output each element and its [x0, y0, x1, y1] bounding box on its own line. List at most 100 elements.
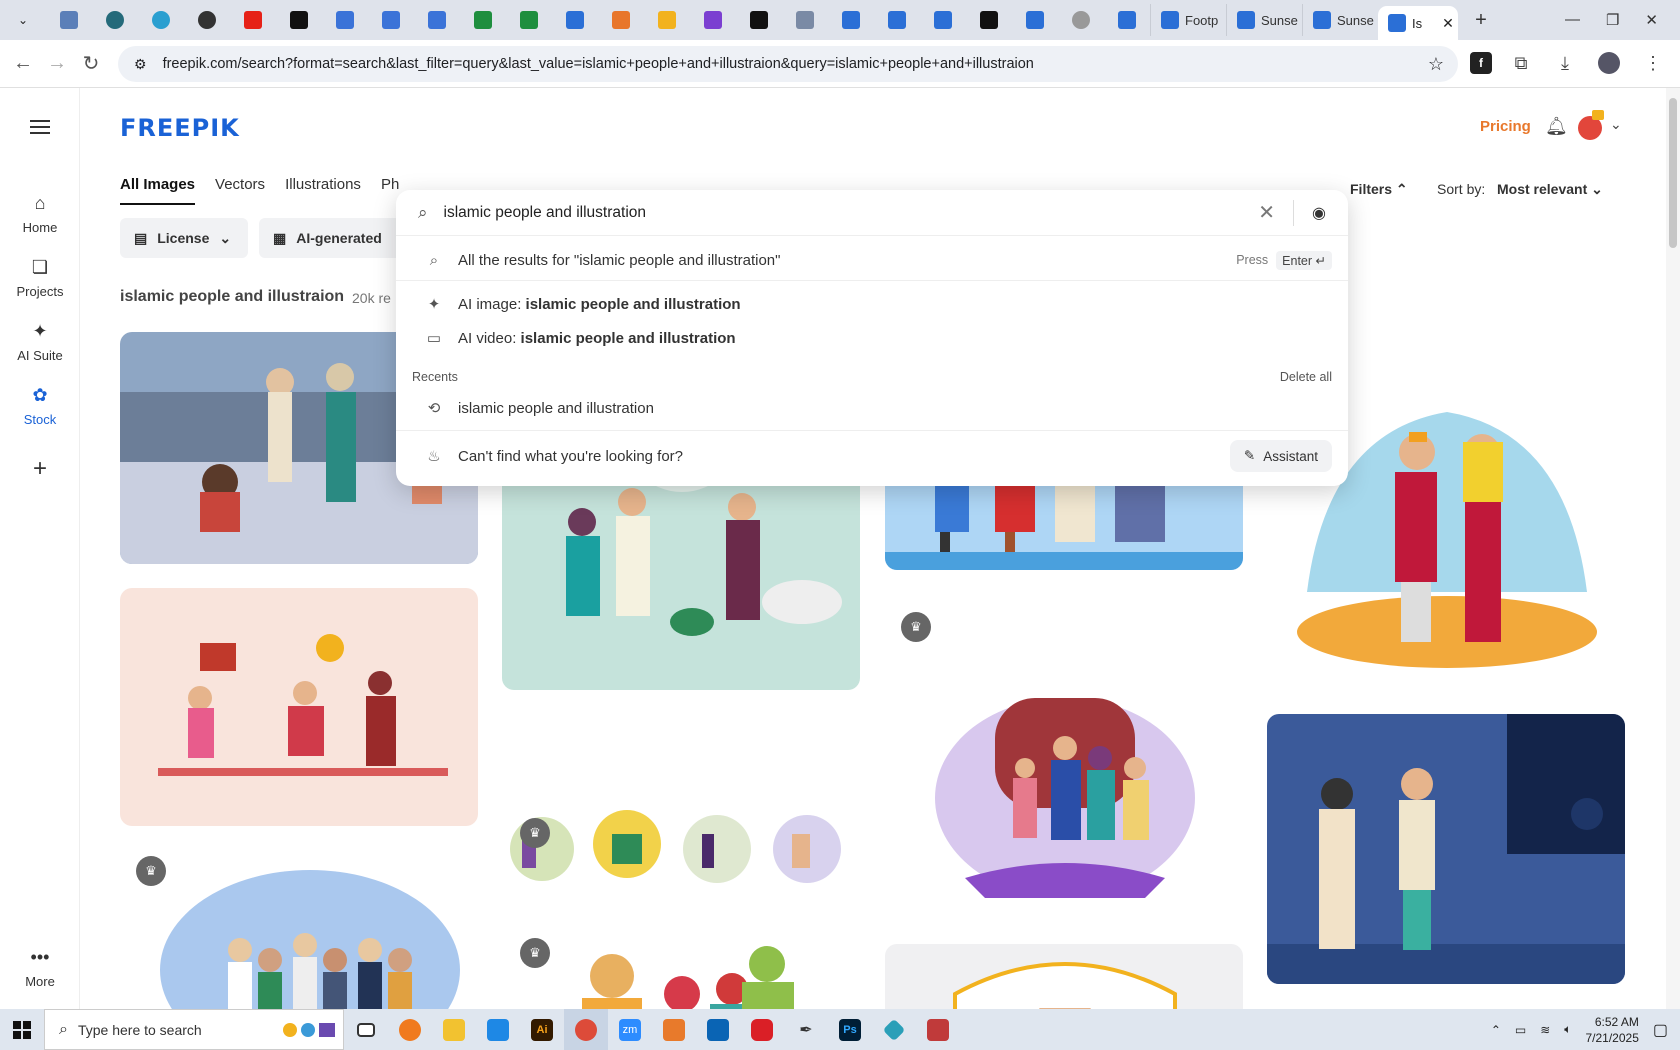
- tab-pinned[interactable]: [874, 4, 920, 36]
- ai-video-option[interactable]: ▭ AI video: islamic people and illustrat…: [396, 322, 1348, 354]
- freepik-logo[interactable]: FREEPIK: [120, 114, 240, 142]
- clear-search-icon[interactable]: ✕: [1258, 200, 1275, 225]
- tab-pinned[interactable]: [92, 4, 138, 36]
- forward-icon[interactable]: →: [40, 47, 74, 81]
- camera-icon[interactable]: ◉: [1312, 203, 1326, 223]
- tab-pinned[interactable]: [690, 4, 736, 36]
- firefox-icon[interactable]: [388, 1009, 432, 1050]
- scrollbar[interactable]: [1666, 88, 1680, 1009]
- tab-pinned[interactable]: [414, 4, 460, 36]
- result-image[interactable]: ♛: [502, 804, 860, 894]
- tab-pinned[interactable]: [1058, 4, 1104, 36]
- photoshop-icon[interactable]: Ps: [828, 1009, 872, 1050]
- download-icon[interactable]: ⤓: [1550, 48, 1580, 78]
- illustrator-icon[interactable]: Ai: [520, 1009, 564, 1050]
- pen-tool-icon[interactable]: ✒: [784, 1009, 828, 1050]
- taskbar-search-box[interactable]: ⌕ Type here to search: [44, 1009, 344, 1050]
- tab-pinned[interactable]: [644, 4, 690, 36]
- creative-cloud-icon[interactable]: [740, 1009, 784, 1050]
- result-image[interactable]: [1267, 714, 1625, 984]
- tab-footp[interactable]: Footp: [1150, 4, 1226, 36]
- menu-dots-icon[interactable]: ⋮: [1638, 48, 1668, 78]
- bookmark-star-icon[interactable]: ☆: [1428, 54, 1444, 75]
- tab-pinned[interactable]: [46, 4, 92, 36]
- tab-sunse-1[interactable]: Sunse: [1226, 4, 1302, 36]
- delete-all-link[interactable]: Delete all: [1280, 370, 1332, 384]
- tab-pinned[interactable]: [828, 4, 874, 36]
- tab-active[interactable]: Is ✕: [1378, 6, 1458, 40]
- profile-avatar[interactable]: [1594, 48, 1624, 78]
- tab-pinned[interactable]: [552, 4, 598, 36]
- search-field[interactable]: ⌕ islamic people and illustration ✕ ◉: [396, 190, 1348, 236]
- tab-sunse-2[interactable]: Sunse: [1302, 4, 1378, 36]
- site-info-icon[interactable]: ⚙: [134, 56, 147, 73]
- tab-pinned[interactable]: [322, 4, 368, 36]
- license-filter[interactable]: ▤ License ⌄: [120, 218, 248, 258]
- rail-projects[interactable]: ❏ Projects: [0, 256, 80, 300]
- tab-pinned[interactable]: [184, 4, 230, 36]
- file-explorer-icon[interactable]: [432, 1009, 476, 1050]
- reload-icon[interactable]: ↻: [74, 47, 108, 81]
- tab-pinned[interactable]: [598, 4, 644, 36]
- minimize-icon[interactable]: —: [1565, 11, 1580, 29]
- tab-pinned[interactable]: [460, 4, 506, 36]
- result-image[interactable]: ♛: [120, 850, 478, 1009]
- hamburger-menu-icon[interactable]: [30, 116, 50, 138]
- close-window-icon[interactable]: ✕: [1645, 11, 1658, 29]
- outlook-icon[interactable]: [696, 1009, 740, 1050]
- tab-pinned[interactable]: [966, 4, 1012, 36]
- task-view-icon[interactable]: [344, 1009, 388, 1050]
- result-image[interactable]: ♛: [502, 924, 860, 1009]
- network-icon[interactable]: ▭: [1515, 1023, 1526, 1037]
- scrollbar-thumb[interactable]: [1669, 98, 1677, 248]
- notifications-icon[interactable]: ▢: [1653, 1020, 1668, 1040]
- app-icon[interactable]: [872, 1009, 916, 1050]
- result-image[interactable]: ♛: [885, 598, 1243, 908]
- vscode-icon[interactable]: [476, 1009, 520, 1050]
- wifi-icon[interactable]: ≋: [1540, 1023, 1550, 1037]
- extension-icon[interactable]: f: [1470, 52, 1492, 74]
- ai-generated-filter[interactable]: ▦ AI-generated: [259, 218, 409, 258]
- tab-pinned[interactable]: [1012, 4, 1058, 36]
- clock[interactable]: 6:52 AM 7/21/2025: [1585, 1014, 1638, 1046]
- tab-pinned[interactable]: [230, 4, 276, 36]
- tab-pinned[interactable]: [782, 4, 828, 36]
- back-icon[interactable]: ←: [6, 47, 40, 81]
- tab-pinned[interactable]: [1104, 4, 1150, 36]
- rail-add[interactable]: +: [0, 455, 80, 482]
- rail-ai-suite[interactable]: ✦ AI Suite: [0, 320, 80, 364]
- tab-pinned[interactable]: [506, 4, 552, 36]
- tab-pinned[interactable]: [736, 4, 782, 36]
- sort-dropdown[interactable]: Most relevant ⌄: [1497, 181, 1603, 198]
- omnibox[interactable]: ⚙ freepik.com/search?format=search&last_…: [118, 46, 1458, 82]
- tab-pinned[interactable]: [368, 4, 414, 36]
- restore-icon[interactable]: ❐: [1606, 11, 1619, 29]
- tab-illustrations[interactable]: Illustrations: [285, 176, 361, 205]
- app-icon[interactable]: [916, 1009, 960, 1050]
- filters-toggle[interactable]: Filters ⌃: [1350, 181, 1408, 198]
- recent-search-item[interactable]: ⟲ islamic people and illustration: [396, 392, 1348, 424]
- result-image[interactable]: [885, 944, 1243, 1009]
- close-tab-icon[interactable]: ✕: [1442, 15, 1454, 32]
- chevron-up-icon[interactable]: ⌃: [1491, 1023, 1501, 1037]
- volume-icon[interactable]: 🔈︎: [1564, 1022, 1571, 1037]
- all-results-option[interactable]: ⌕ All the results for "islamic people an…: [396, 244, 1348, 276]
- rail-stock[interactable]: ✿ Stock: [0, 384, 80, 428]
- app-icon[interactable]: [652, 1009, 696, 1050]
- search-input[interactable]: islamic people and illustration: [444, 204, 646, 222]
- chevron-down-icon[interactable]: ⌄: [1610, 116, 1622, 133]
- extensions-puzzle-icon[interactable]: ⧉: [1506, 48, 1536, 78]
- zoom-icon[interactable]: zm: [608, 1009, 652, 1050]
- pricing-link[interactable]: Pricing: [1480, 118, 1531, 135]
- bell-icon[interactable]: 🔔︎: [1545, 116, 1568, 137]
- assistant-button[interactable]: ✎ Assistant: [1229, 440, 1332, 472]
- windows-start-icon[interactable]: [0, 1009, 44, 1050]
- tab-pinned[interactable]: [920, 4, 966, 36]
- rail-home[interactable]: ⌂ Home: [0, 192, 80, 236]
- tab-pinned[interactable]: [276, 4, 322, 36]
- result-image[interactable]: [120, 588, 478, 826]
- tab-pinned[interactable]: [138, 4, 184, 36]
- new-tab-button[interactable]: +: [1458, 4, 1504, 36]
- ai-image-option[interactable]: ✦ AI image: islamic people and illustrat…: [396, 288, 1348, 320]
- chrome-icon[interactable]: [564, 1009, 608, 1050]
